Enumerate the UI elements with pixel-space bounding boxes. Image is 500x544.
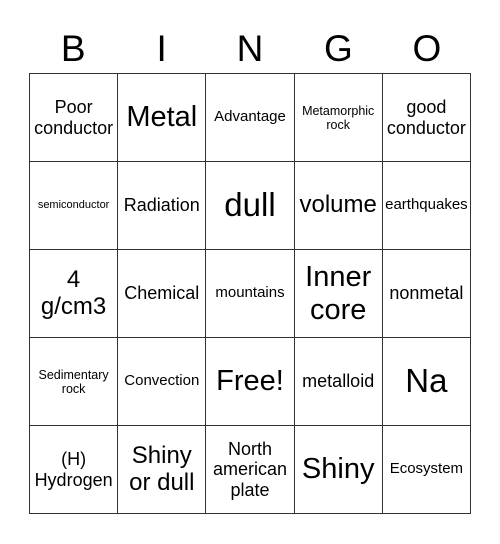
header-letter-g: G <box>324 28 353 69</box>
bingo-cell[interactable]: Ecosystem <box>382 426 471 514</box>
bingo-cell[interactable]: Convection <box>118 338 207 426</box>
header-letter-o: O <box>412 28 442 69</box>
bingo-cell[interactable]: Inner core <box>294 250 383 338</box>
bingo-cell[interactable]: Shiny or dull <box>118 426 207 514</box>
bingo-cell[interactable]: Shiny <box>294 426 383 514</box>
bingo-cell[interactable]: Metal <box>118 74 207 162</box>
bingo-cell[interactable]: volume <box>294 162 383 250</box>
bingo-cell[interactable]: nonmetal <box>382 250 471 338</box>
bingo-grid: Poor conductor Metal Advantage Metamorph… <box>29 73 471 514</box>
bingo-cell[interactable]: Sedimentary rock <box>30 338 119 426</box>
bingo-cell[interactable]: earthquakes <box>382 162 471 250</box>
header-letter-i: I <box>156 28 167 69</box>
bingo-cell[interactable]: Chemical <box>118 250 207 338</box>
bingo-cell[interactable]: dull <box>206 162 295 250</box>
header-letter-n: N <box>236 28 264 69</box>
bingo-header: B I N G O <box>29 26 471 72</box>
bingo-cell[interactable]: metalloid <box>294 338 383 426</box>
bingo-cell[interactable]: (H) Hydrogen <box>30 426 119 514</box>
bingo-cell[interactable]: 4 g/cm3 <box>30 250 119 338</box>
bingo-cell[interactable]: Radiation <box>118 162 207 250</box>
bingo-cell[interactable]: good conductor <box>382 74 471 162</box>
bingo-cell[interactable]: Advantage <box>206 74 295 162</box>
bingo-cell[interactable]: mountains <box>206 250 295 338</box>
free-space-cell[interactable]: Free! <box>206 338 295 426</box>
bingo-cell[interactable]: North american plate <box>206 426 295 514</box>
bingo-cell[interactable]: Metamorphic rock <box>294 74 383 162</box>
header-letter-b: B <box>60 28 86 69</box>
bingo-cell[interactable]: Na <box>382 338 471 426</box>
bingo-cell[interactable]: Poor conductor <box>30 74 119 162</box>
bingo-cell[interactable]: semiconductor <box>30 162 119 250</box>
